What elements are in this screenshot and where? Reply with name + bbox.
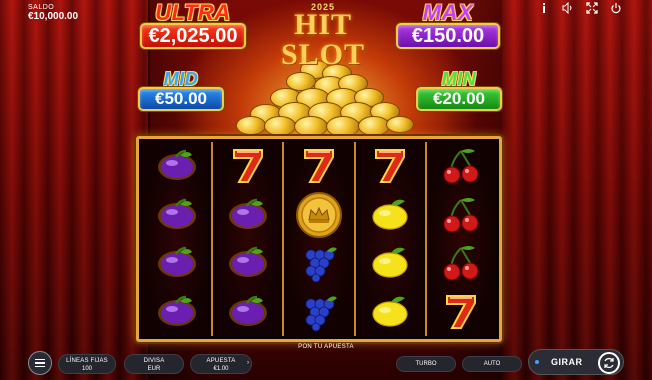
right-curtain — [442, 0, 652, 380]
menu-icon-line — [35, 365, 45, 368]
spin-label: GIRAR — [551, 357, 583, 367]
game-logo: 2025 HIT SLOT — [256, 2, 390, 70]
bet-value: €1.00 — [213, 366, 229, 372]
menu-icon-line — [35, 358, 45, 361]
reel-2 — [213, 142, 285, 336]
reel-grid — [136, 136, 502, 342]
reel-1 — [142, 142, 214, 336]
power-icon[interactable] — [604, 2, 628, 16]
jackpot-max: MAX €150.00 — [396, 2, 500, 49]
crown-coin-icon — [290, 191, 348, 238]
gold-coin — [386, 116, 414, 134]
fullscreen-icon[interactable] — [580, 2, 604, 16]
bet-label: APUESTA — [206, 358, 236, 364]
fixed-lines-display: LÍNEAS FIJAS 100 — [58, 354, 116, 374]
jackpot-min-amount: €20.00 — [416, 87, 502, 111]
gold-coin — [294, 116, 328, 138]
jackpot-ultra-title: ULTRA — [155, 0, 231, 25]
plum-icon — [148, 143, 206, 189]
reel-5 — [426, 142, 497, 336]
gold-coin — [358, 116, 390, 136]
auto-button[interactable]: AUTO — [462, 356, 522, 372]
jackpot-mid-title: MID — [163, 69, 199, 89]
plum-icon — [219, 192, 277, 238]
plum-icon — [219, 289, 277, 335]
cherry-icon — [432, 240, 490, 286]
jackpot-mid-amount: €50.00 — [138, 87, 224, 111]
jackpot-ultra: ULTRA €2,025.00 — [140, 2, 246, 49]
spin-button[interactable]: GIRAR — [528, 349, 624, 375]
grapes-icon — [290, 240, 348, 286]
balance: SALDO €10,000.00 — [28, 4, 78, 22]
seven-icon — [361, 143, 419, 189]
currency-label: DIVISA — [143, 358, 165, 364]
reel-4 — [355, 142, 427, 336]
seven-icon — [290, 143, 348, 189]
seven-icon — [432, 289, 490, 335]
jackpot-max-title: MAX — [422, 0, 474, 25]
logo-name: HIT SLOT — [280, 8, 366, 71]
lemon-icon — [361, 289, 419, 335]
lemon-icon — [361, 240, 419, 286]
spin-indicator-dot — [535, 360, 539, 364]
gold-coin — [326, 116, 360, 138]
bet-selector[interactable]: APUESTA €1.00 › — [190, 354, 252, 374]
balance-value: €10,000.00 — [28, 11, 79, 22]
currency-display: DIVISA EUR — [124, 354, 184, 374]
lemon-icon — [361, 192, 419, 238]
currency-value: EUR — [147, 366, 161, 372]
fixed-lines-label: LÍNEAS FIJAS — [66, 358, 108, 364]
cherry-icon — [432, 192, 490, 238]
menu-icon-line — [35, 362, 45, 364]
chevron-right-icon[interactable]: › — [247, 360, 249, 366]
turbo-button[interactable]: TURBO — [396, 356, 456, 372]
top-controls — [532, 1, 628, 16]
spin-arrows-icon[interactable] — [598, 352, 620, 374]
jackpot-mid: MID €50.00 — [138, 70, 224, 111]
plum-icon — [148, 240, 206, 286]
plum-icon — [148, 192, 206, 238]
gold-coin — [264, 116, 296, 136]
gold-coin — [236, 116, 266, 135]
fixed-lines-value: 100 — [81, 366, 92, 372]
reel-3 — [284, 142, 356, 336]
sound-icon[interactable] — [556, 1, 580, 16]
balance-label: SALDO — [28, 4, 55, 11]
grapes-icon — [290, 289, 348, 335]
left-curtain — [0, 0, 208, 380]
jackpot-min: MIN €20.00 — [416, 70, 502, 111]
cherry-icon — [432, 143, 490, 189]
seven-icon — [219, 143, 277, 189]
menu-button[interactable] — [28, 351, 52, 375]
plum-icon — [219, 240, 277, 286]
info-icon[interactable] — [532, 2, 556, 16]
jackpot-max-amount: €150.00 — [396, 23, 500, 49]
game-stage: SALDO €10,000.00 2025 HIT SLOT ULTRA €2,… — [0, 0, 652, 380]
jackpot-min-title: MIN — [441, 69, 477, 89]
plum-icon — [148, 289, 206, 335]
jackpot-ultra-amount: €2,025.00 — [140, 23, 246, 49]
